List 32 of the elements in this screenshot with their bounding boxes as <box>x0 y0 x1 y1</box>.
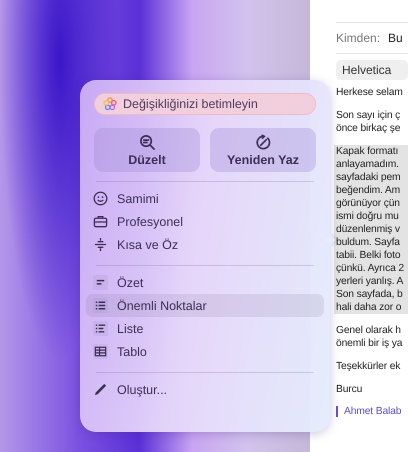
proofread-button[interactable]: Düzelt <box>94 128 200 172</box>
bullet-list-icon <box>93 298 108 313</box>
magnifier-icon <box>138 134 156 150</box>
menu-item[interactable]: Özet <box>86 271 324 294</box>
mail-paragraph: Teşekkürler ek <box>336 360 402 373</box>
mail-paragraph: Burcu <box>336 383 364 396</box>
menu-item[interactable]: Profesyonel <box>86 210 324 233</box>
pencil-icon <box>93 382 108 397</box>
from-label: Kimden: <box>336 31 380 45</box>
mail-paragraph: Son sayı için ç önce birkaç şe <box>336 109 402 135</box>
menu-item[interactable]: Önemli Noktalar <box>86 294 324 317</box>
quoted-sender: Ahmet Balab <box>336 406 408 417</box>
mail-paragraph: Herkese selam <box>336 86 404 99</box>
smiley-icon <box>93 191 108 206</box>
table-icon <box>93 344 108 359</box>
menu-item[interactable]: Oluştur... <box>86 378 324 401</box>
rewrite-button[interactable]: Yeniden Yaz <box>210 128 316 172</box>
list-icon <box>93 321 108 336</box>
prompt-field[interactable]: Değişikliğinizi betimleyin <box>94 93 316 115</box>
flower-icon <box>103 97 117 111</box>
menu-item[interactable]: Liste <box>86 317 324 340</box>
divide-icon <box>93 237 108 252</box>
menu-item[interactable]: Tablo <box>86 340 324 363</box>
from-value: Bu <box>388 31 403 45</box>
mail-paragraph: Genel olarak h önemli bir iş ya <box>336 324 404 350</box>
highlighted-paragraph: Kapak formatı anlayamadım. sayfadaki pem beğendim. Am görünüyor çün ismi doğru mu düzenlenmiş v buldum. Sayfa tabii. Belki foto çünkü. Ayrıca 2 yerleri yanlış. A Son sayfada, b hali daha zor o <box>334 145 408 314</box>
circular-arrow-icon <box>254 134 272 150</box>
menu-item[interactable]: Samimi <box>86 187 324 210</box>
briefcase-icon <box>93 214 108 229</box>
summary-lines-icon <box>93 275 108 290</box>
menu-item[interactable]: Kısa ve Öz <box>86 233 324 256</box>
font-selector[interactable]: Helvetica <box>336 60 408 80</box>
